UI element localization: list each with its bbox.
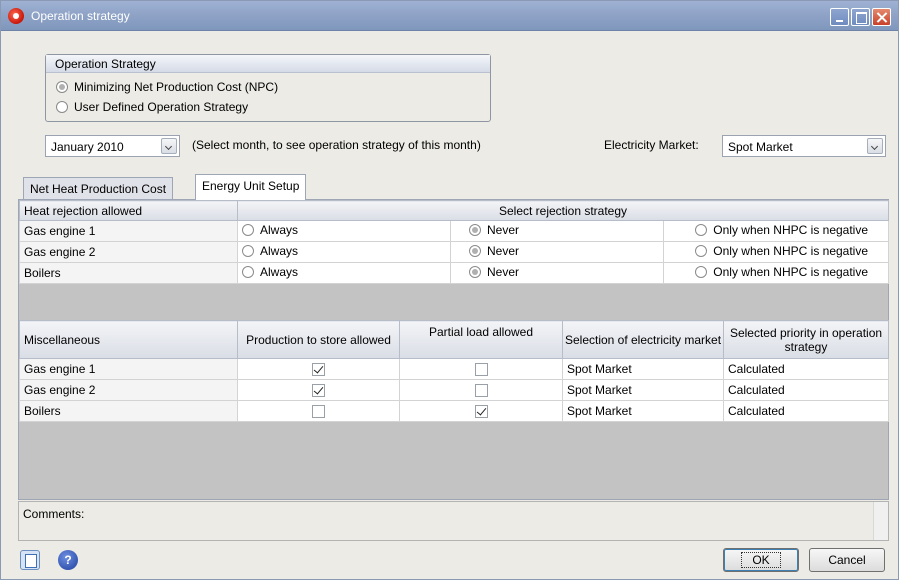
comments-label: Comments: — [23, 507, 85, 521]
radio-icon[interactable] — [56, 101, 68, 113]
month-select-value: January 2010 — [51, 140, 124, 154]
electricity-market-value: Spot Market — [728, 140, 793, 154]
table-row: Boilers Always Never Only when NHPC is n… — [19, 262, 890, 284]
title-bar[interactable]: Operation strategy — [1, 1, 898, 31]
option-only-when-negative[interactable]: Only when NHPC is negative — [695, 223, 868, 237]
option-always[interactable]: Always — [242, 244, 298, 258]
strategy-option-label: Minimizing Net Production Cost (NPC) — [74, 80, 279, 94]
radio-selected-icon[interactable] — [469, 266, 481, 278]
option-label: Always — [260, 265, 299, 279]
column-header: Partial load allowed — [399, 320, 563, 359]
option-label: Never — [487, 265, 520, 279]
electricity-market-select[interactable]: Spot Market — [722, 135, 886, 157]
radio-icon[interactable] — [695, 266, 708, 278]
month-hint: (Select month, to see operation strategy… — [192, 138, 481, 152]
partial-load-checkbox[interactable] — [474, 405, 488, 419]
operation-strategy-group: Operation Strategy Minimizing Net Produc… — [45, 54, 491, 122]
row-label: Boilers — [19, 262, 238, 284]
option-always[interactable]: Always — [242, 265, 298, 279]
tab-net-heat-production-cost[interactable]: Net Heat Production Cost — [23, 177, 174, 199]
table-row: Gas engine 1 Spot Market Calculated — [19, 358, 889, 380]
energy-unit-setup-panel: Heat rejection allowed Select rejection … — [18, 199, 890, 500]
option-label: Only when NHPC is negative — [713, 244, 869, 258]
production-to-store-checkbox[interactable] — [312, 405, 325, 419]
row-label: Gas engine 2 — [19, 241, 238, 263]
option-label: Always — [260, 223, 299, 237]
column-header: Miscellaneous — [19, 320, 238, 359]
radio-icon[interactable] — [242, 224, 254, 236]
strategy-option-user-defined[interactable]: User Defined Operation Strategy — [56, 100, 248, 114]
option-only-when-negative[interactable]: Only when NHPC is negative — [695, 265, 868, 279]
radio-selected-icon[interactable] — [56, 81, 68, 93]
priority-cell[interactable]: Calculated — [723, 379, 889, 401]
electricity-market-label: Electricity Market: — [604, 138, 699, 152]
partial-load-checkbox[interactable] — [474, 363, 488, 377]
tab-energy-unit-setup[interactable]: Energy Unit Setup — [195, 174, 307, 200]
miscellaneous-table: Miscellaneous Production to store allowe… — [19, 320, 889, 422]
radio-selected-icon[interactable] — [469, 245, 481, 257]
strategy-option-label: User Defined Operation Strategy — [74, 100, 249, 114]
production-to-store-checkbox[interactable] — [312, 363, 325, 377]
month-select[interactable]: January 2010 — [45, 135, 180, 157]
electricity-market-cell[interactable]: Spot Market — [562, 400, 724, 422]
option-only-when-negative[interactable]: Only when NHPC is negative — [695, 244, 868, 258]
window-title: Operation strategy — [31, 9, 130, 23]
radio-icon[interactable] — [695, 245, 708, 257]
radio-icon[interactable] — [242, 245, 254, 257]
production-to-store-checkbox[interactable] — [312, 384, 325, 398]
help-icon[interactable]: ? — [58, 550, 78, 570]
option-label: Always — [260, 244, 299, 258]
minimize-icon[interactable] — [830, 8, 849, 26]
option-always[interactable]: Always — [242, 223, 298, 237]
partial-load-checkbox[interactable] — [474, 384, 488, 398]
close-icon[interactable] — [872, 8, 891, 26]
operation-strategy-window: Operation strategy Operation Strategy Mi… — [0, 0, 899, 580]
option-never[interactable]: Never — [469, 223, 519, 237]
column-header: Heat rejection allowed — [19, 200, 238, 221]
option-never[interactable]: Never — [469, 265, 519, 279]
column-header: Selected priority in operation strategy — [723, 320, 889, 359]
maximize-icon[interactable] — [851, 8, 870, 26]
strategy-option-npc[interactable]: Minimizing Net Production Cost (NPC) — [56, 80, 278, 94]
cancel-button[interactable]: Cancel — [809, 548, 885, 572]
priority-cell[interactable]: Calculated — [723, 400, 889, 422]
radio-icon[interactable] — [242, 266, 254, 278]
table-row: Gas engine 2 Spot Market Calculated — [19, 379, 889, 401]
option-never[interactable]: Never — [469, 244, 519, 258]
option-label: Only when NHPC is negative — [713, 265, 869, 279]
radio-icon[interactable] — [695, 224, 708, 236]
row-label: Gas engine 2 — [19, 379, 238, 401]
priority-cell[interactable]: Calculated — [723, 358, 889, 380]
column-header: Selection of electricity market — [562, 320, 724, 359]
app-icon — [8, 8, 24, 24]
electricity-market-cell[interactable]: Spot Market — [562, 358, 724, 380]
operation-strategy-heading: Operation Strategy — [46, 55, 490, 73]
option-label: Never — [487, 223, 520, 237]
table-row: Gas engine 1 Always Never Only when NHPC… — [19, 220, 890, 242]
row-label: Gas engine 1 — [19, 358, 238, 380]
chevron-down-icon[interactable] — [867, 138, 883, 154]
radio-selected-icon[interactable] — [469, 224, 481, 236]
column-header: Select rejection strategy — [236, 200, 890, 221]
electricity-market-cell[interactable]: Spot Market — [562, 379, 724, 401]
document-icon[interactable] — [20, 550, 40, 570]
column-header: Production to store allowed — [237, 320, 400, 359]
row-label: Gas engine 1 — [19, 220, 238, 242]
row-label: Boilers — [19, 400, 238, 422]
chevron-down-icon[interactable] — [161, 138, 177, 154]
comments-box[interactable]: Comments: — [18, 501, 889, 541]
table-row: Boilers Spot Market Calculated — [19, 400, 889, 422]
ok-button-label: OK — [741, 552, 781, 568]
comments-scrollbar[interactable] — [873, 502, 888, 540]
option-label: Never — [487, 244, 520, 258]
ok-button[interactable]: OK — [723, 548, 799, 572]
table-row: Gas engine 2 Always Never Only when NHPC… — [19, 241, 890, 263]
option-label: Only when NHPC is negative — [713, 223, 869, 237]
heat-rejection-table: Heat rejection allowed Select rejection … — [19, 200, 890, 284]
